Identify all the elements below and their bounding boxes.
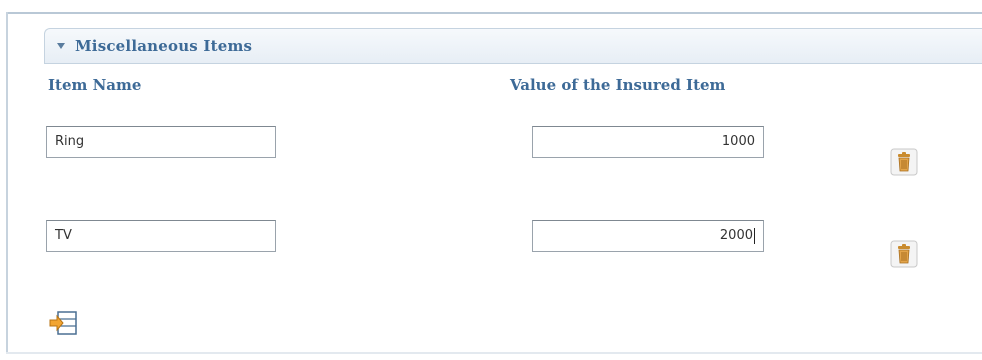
add-row-icon[interactable] bbox=[48, 308, 80, 338]
form-panel: Miscellaneous Items Item Name Value of t… bbox=[0, 0, 982, 360]
column-label-item-name: Item Name bbox=[48, 76, 142, 94]
item-name-input-1[interactable]: Ring bbox=[46, 126, 276, 158]
item-name-input-2[interactable]: TV bbox=[46, 220, 276, 252]
text-caret bbox=[754, 227, 755, 244]
column-label-item-value: Value of the Insured Item bbox=[510, 76, 726, 94]
item-value-input-2[interactable]: 2000 bbox=[532, 220, 764, 252]
section-header-misc-items[interactable]: Miscellaneous Items bbox=[44, 28, 982, 64]
chevron-down-icon[interactable] bbox=[57, 43, 65, 49]
section-title: Miscellaneous Items bbox=[75, 37, 253, 55]
panel-bottom-border bbox=[6, 352, 982, 354]
panel-top-border bbox=[6, 12, 982, 14]
item-value-text-2: 2000 bbox=[719, 228, 753, 243]
trash-icon[interactable] bbox=[890, 240, 918, 268]
trash-icon[interactable] bbox=[890, 148, 918, 176]
panel-left-border bbox=[6, 12, 8, 352]
item-value-input-1[interactable]: 1000 bbox=[532, 126, 764, 158]
